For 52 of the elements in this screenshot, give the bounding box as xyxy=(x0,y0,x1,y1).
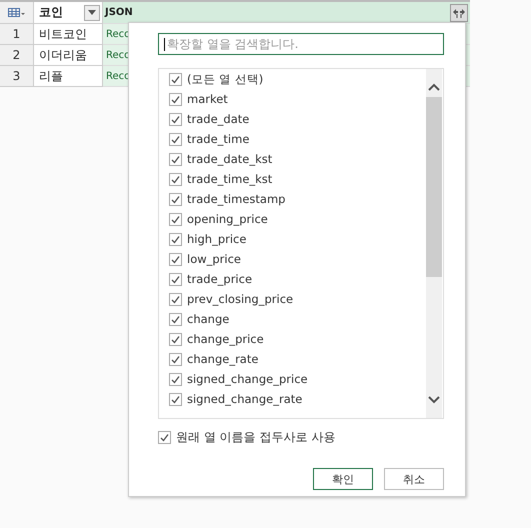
caret-icon xyxy=(88,10,96,15)
column-checkbox[interactable]: trade_time_kst xyxy=(169,169,426,189)
column-checkbox[interactable]: trade_price xyxy=(169,269,426,289)
checkmark-icon xyxy=(171,114,180,124)
filter-dropdown-button[interactable] xyxy=(84,4,100,20)
scrollbar[interactable] xyxy=(426,69,442,418)
scroll-down-icon[interactable] xyxy=(428,396,440,404)
checkmark-icon xyxy=(171,234,180,244)
checkmark-icon xyxy=(171,154,180,164)
row-number: 1 xyxy=(0,24,34,45)
column-header: JSON xyxy=(104,7,133,18)
column-header: 코인 xyxy=(38,4,63,21)
scroll-up-icon[interactable] xyxy=(428,83,440,91)
column-checkbox[interactable]: signed_change_price xyxy=(169,369,426,389)
column-checkbox[interactable]: high_price xyxy=(169,229,426,249)
column-checkbox[interactable]: prev_closing_price xyxy=(169,289,426,309)
row-number: 3 xyxy=(0,66,34,87)
column-checkbox[interactable]: change_price xyxy=(169,329,426,349)
checkmark-icon xyxy=(171,394,180,404)
checkmark-icon xyxy=(171,334,180,344)
checkmark-icon xyxy=(171,94,180,104)
checkmark-icon xyxy=(171,194,180,204)
checkmark-icon xyxy=(171,174,180,184)
table-icon xyxy=(8,8,26,18)
column-checkbox[interactable]: low_price xyxy=(169,249,426,269)
column-checkbox[interactable]: opening_price xyxy=(169,209,426,229)
checkmark-icon xyxy=(171,354,180,364)
expand-column-button[interactable] xyxy=(450,4,468,22)
column-checkbox[interactable]: change xyxy=(169,309,426,329)
checkmark-icon xyxy=(171,294,180,304)
column-checkbox[interactable]: (모든 열 선택) xyxy=(169,69,426,89)
checkmark-icon xyxy=(160,433,169,442)
checkmark-icon xyxy=(171,74,180,84)
expand-arrows-icon xyxy=(452,8,466,18)
checkmark-icon xyxy=(171,254,180,264)
prefix-checkbox[interactable]: 원래 열 이름을 접두사로 사용 xyxy=(158,429,444,446)
checkmark-icon xyxy=(171,274,180,284)
column-checkbox[interactable]: trade_date xyxy=(169,109,426,129)
checkmark-icon xyxy=(171,314,180,324)
checkmark-icon xyxy=(171,134,180,144)
checkmark-icon xyxy=(171,214,180,224)
table-menu-button[interactable] xyxy=(0,2,34,24)
column-checkbox[interactable]: trade_date_kst xyxy=(169,149,426,169)
column-checkbox[interactable]: trade_time xyxy=(169,129,426,149)
column-checkbox[interactable]: signed_change_rate xyxy=(169,389,426,409)
cancel-button[interactable]: 취소 xyxy=(384,468,444,490)
column-checkbox[interactable]: trade_timestamp xyxy=(169,189,426,209)
row-number: 2 xyxy=(0,45,34,66)
checkmark-icon xyxy=(171,374,180,384)
column-checkbox[interactable]: market xyxy=(169,89,426,109)
column-checkbox[interactable]: change_rate xyxy=(169,349,426,369)
ok-button[interactable]: 확인 xyxy=(313,468,373,490)
